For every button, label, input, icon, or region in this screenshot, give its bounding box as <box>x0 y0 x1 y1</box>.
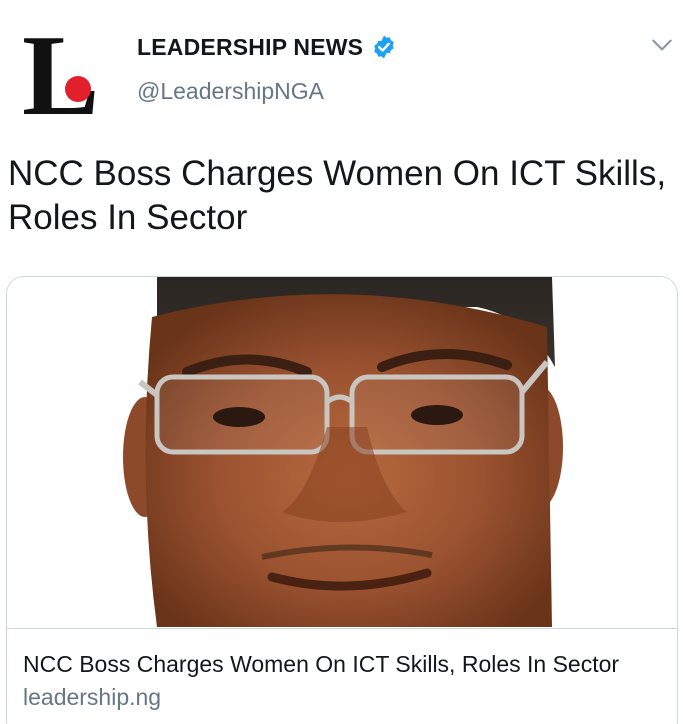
tweet-author: LEADERSHIP NEWS @LeadershipNGA <box>137 32 397 105</box>
tweet-text: NCC Boss Charges Women On ICT Skills, Ro… <box>8 154 667 237</box>
display-name[interactable]: LEADERSHIP NEWS <box>137 34 363 61</box>
card-image[interactable] <box>7 277 677 627</box>
card-text[interactable]: NCC Boss Charges Women On ICT Skills, Ro… <box>7 628 677 711</box>
display-name-row: LEADERSHIP NEWS <box>137 32 397 62</box>
chevron-down-icon[interactable] <box>649 32 675 58</box>
verified-badge-icon <box>374 35 394 59</box>
tweet-page: L LEADERSHIP NEWS @LeadershipNGA NCC Bos… <box>0 0 683 724</box>
account-handle[interactable]: @LeadershipNGA <box>137 78 397 105</box>
leadership-logo-avatar[interactable]: L <box>16 12 116 140</box>
portrait-photo <box>7 277 677 627</box>
leadership-logo-icon: L <box>22 12 99 140</box>
svg-text:L: L <box>22 20 99 120</box>
card-title: NCC Boss Charges Women On ICT Skills, Ro… <box>23 651 620 677</box>
card-domain: leadership.ng <box>23 684 162 710</box>
link-card[interactable]: NCC Boss Charges Women On ICT Skills, Ro… <box>6 276 678 724</box>
